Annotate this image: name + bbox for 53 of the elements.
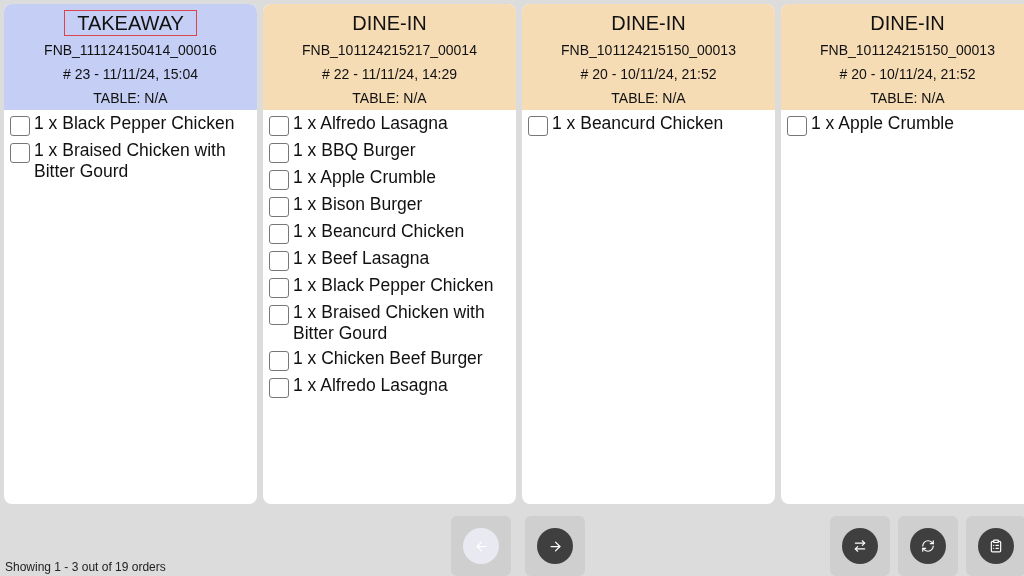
item-checkbox[interactable] [10, 116, 30, 136]
item-checkbox[interactable] [10, 143, 30, 163]
order-time: # 23 - 11/11/24, 15:04 [63, 65, 198, 84]
order-item: 1 x Alfredo Lasagna [293, 113, 448, 134]
order-item: 1 x Chicken Beef Burger [293, 348, 483, 369]
order-item: 1 x Beef Lasagna [293, 248, 430, 269]
order-time: # 22 - 11/11/24, 14:29 [322, 65, 457, 84]
order-item: 1 x BBQ Burger [293, 140, 416, 161]
order-time: # 20 - 10/11/24, 21:52 [580, 65, 717, 84]
order-item: 1 x Braised Chicken with Bitter Gourd [293, 302, 486, 344]
item-checkbox[interactable] [269, 224, 289, 244]
swap-arrows-icon [853, 539, 867, 553]
order-item: 1 x Bison Burger [293, 194, 423, 215]
item-checkbox[interactable] [269, 305, 289, 325]
order-item: 1 x Black Pepper Chicken [293, 275, 494, 296]
item-checkbox[interactable] [269, 197, 289, 217]
order-item: 1 x Alfredo Lasagna [293, 375, 448, 396]
order-number: FNB_101124215217_00014 [302, 41, 477, 60]
refresh-icon [921, 539, 935, 553]
next-page-button[interactable] [525, 516, 585, 576]
table-label: TABLE: N/A [611, 89, 686, 108]
item-checkbox[interactable] [269, 278, 289, 298]
table-label: TABLE: N/A [870, 89, 945, 108]
order-item: 1 x Apple Crumble [811, 113, 954, 134]
order-type: DINE-IN [869, 11, 946, 36]
report-button[interactable] [966, 516, 1024, 576]
item-checkbox[interactable] [787, 116, 807, 136]
refresh-button[interactable] [898, 516, 958, 576]
order-item: 1 x Black Pepper Chicken [34, 113, 235, 134]
item-checkbox[interactable] [269, 378, 289, 398]
order-type: DINE-IN [610, 11, 687, 36]
item-checkbox[interactable] [528, 116, 548, 136]
item-checkbox[interactable] [269, 116, 289, 136]
list-document-icon [989, 539, 1003, 553]
order-type: DINE-IN [351, 11, 428, 36]
order-number: FNB_101124215150_00013 [820, 41, 995, 60]
order-item: 1 x Beancurd Chicken [293, 221, 465, 242]
order-number: FNB_111124150414_00016 [44, 41, 217, 60]
item-checkbox[interactable] [269, 251, 289, 271]
pagination-status: Showing 1 - 3 out of 19 orders [4, 560, 167, 576]
order-item: 1 x Apple Crumble [293, 167, 436, 188]
table-label: TABLE: N/A [352, 89, 427, 108]
order-type: TAKEAWAY [64, 10, 197, 36]
item-checkbox[interactable] [269, 143, 289, 163]
item-checkbox[interactable] [269, 170, 289, 190]
order-item: 1 x Braised Chicken with Bitter Gourd [34, 140, 227, 182]
order-number: FNB_101124215150_00013 [561, 41, 736, 60]
arrow-right-icon [547, 538, 563, 554]
switch-view-button[interactable] [830, 516, 890, 576]
table-label: TABLE: N/A [93, 89, 168, 108]
order-time: # 20 - 10/11/24, 21:52 [839, 65, 976, 84]
item-checkbox[interactable] [269, 351, 289, 371]
order-item: 1 x Beancurd Chicken [552, 113, 724, 134]
